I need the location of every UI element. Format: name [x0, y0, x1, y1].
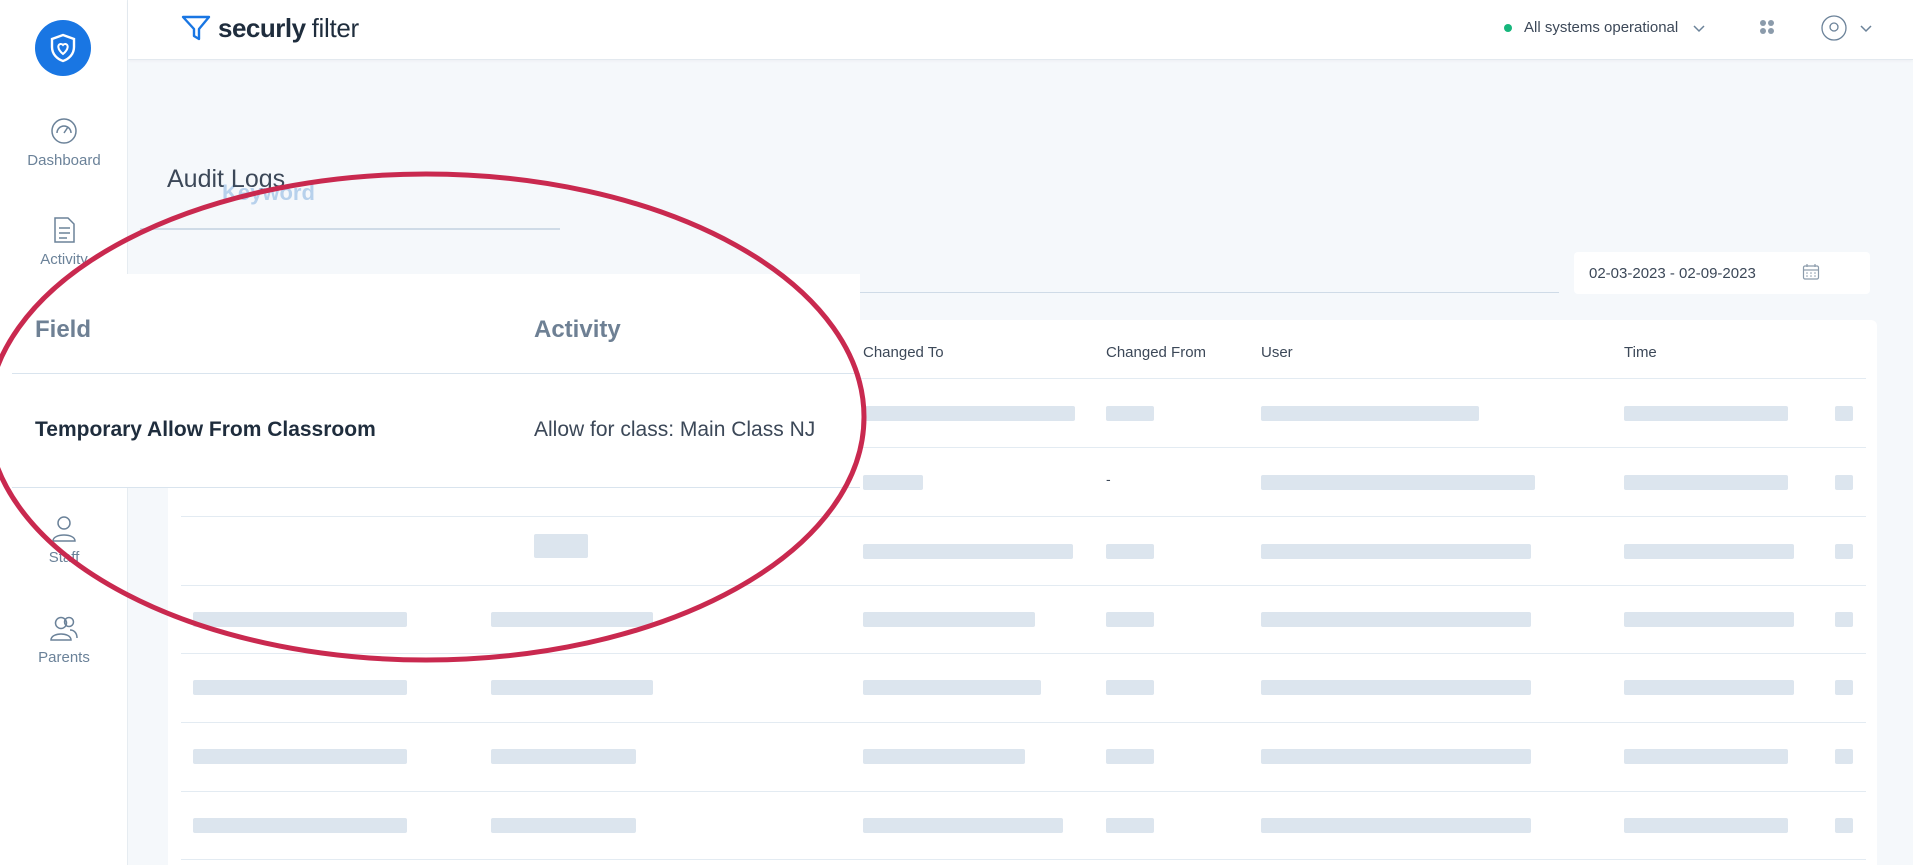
table-cell-placeholder	[863, 612, 1035, 627]
table-cell-placeholder	[1624, 475, 1788, 490]
table-cell-placeholder	[193, 818, 407, 833]
sidebar-item-parents[interactable]: Parents	[0, 613, 128, 666]
shield-heart-icon	[50, 33, 76, 63]
table-cell-placeholder	[1261, 475, 1535, 490]
sidebar-item-label: Parents	[38, 649, 90, 666]
zoom-header-activity: Activity	[534, 316, 621, 343]
document-icon	[54, 217, 75, 243]
table-cell-placeholder	[1261, 749, 1531, 764]
app-grid-icon[interactable]	[1759, 19, 1775, 35]
account-menu[interactable]	[1821, 15, 1873, 41]
table-cell-placeholder	[1624, 680, 1794, 695]
table-cell-placeholder	[491, 612, 653, 627]
zoomed-row-callout: Field Activity Temporary Allow From Clas…	[0, 274, 860, 488]
table-cell-placeholder	[491, 680, 653, 695]
row-divider	[181, 585, 1866, 586]
table-cell-placeholder	[491, 818, 636, 833]
sidebar-item-activity[interactable]: Activity	[0, 215, 128, 268]
table-cell-placeholder	[1261, 818, 1531, 833]
row-divider	[181, 516, 1866, 517]
zoom-cell-activity: Allow for class: Main Class NJ	[534, 418, 816, 441]
sidebar-item-staff[interactable]: Staff	[0, 513, 128, 566]
table-cell-placeholder	[863, 749, 1025, 764]
table-cell-placeholder	[1624, 406, 1788, 421]
search-underline	[140, 228, 560, 230]
table-cell-placeholder	[1835, 406, 1853, 421]
column-header-time[interactable]: Time	[1624, 344, 1657, 361]
sidebar-item-dashboard[interactable]: Dashboard	[0, 116, 128, 169]
table-cell-placeholder	[1106, 544, 1154, 559]
table-cell-placeholder	[863, 818, 1063, 833]
table-cell-placeholder	[534, 534, 588, 558]
row-divider	[181, 722, 1866, 723]
app-logo[interactable]	[35, 20, 91, 76]
status-text: All systems operational	[1524, 19, 1679, 36]
table-cell-placeholder	[1624, 818, 1788, 833]
chevron-down-icon	[1860, 25, 1872, 33]
page-title: Audit Logs	[167, 165, 286, 193]
table-cell-placeholder	[1835, 612, 1853, 627]
person-icon	[52, 516, 76, 542]
table-cell-placeholder	[491, 749, 636, 764]
status-indicator	[1504, 23, 1512, 32]
table-cell-placeholder	[193, 749, 407, 764]
table-cell-placeholder	[1624, 612, 1794, 627]
row-divider	[181, 859, 1866, 860]
table-cell-placeholder	[1835, 680, 1853, 695]
changed-from-value: -	[1106, 471, 1111, 487]
row-divider	[181, 791, 1866, 792]
zoom-divider	[12, 487, 860, 488]
table-cell-placeholder	[1261, 544, 1531, 559]
brand-primary-text: securly	[218, 12, 306, 43]
gauge-icon	[51, 118, 77, 144]
user-avatar-icon	[1821, 15, 1847, 41]
chevron-down-icon	[1693, 24, 1705, 32]
table-cell-placeholder	[1624, 544, 1794, 559]
table-cell-placeholder	[1106, 612, 1154, 627]
column-header-changed-from[interactable]: Changed From	[1106, 344, 1206, 361]
sidebar-item-label: Dashboard	[27, 152, 101, 169]
calendar-icon	[1802, 264, 1820, 280]
table-cell-placeholder	[863, 544, 1073, 559]
table-cell-placeholder	[1106, 680, 1154, 695]
top-bar: securly filter All systems operational	[128, 0, 1913, 60]
table-cell-placeholder	[193, 680, 407, 695]
table-cell-placeholder	[1835, 818, 1853, 833]
row-divider	[181, 653, 1866, 654]
column-header-user[interactable]: User	[1261, 344, 1293, 361]
brand-logo[interactable]: securly filter	[180, 12, 359, 44]
table-cell-placeholder	[1835, 475, 1853, 490]
table-cell-placeholder	[863, 475, 923, 490]
zoom-cell-field: Temporary Allow From Classroom	[35, 418, 376, 441]
zoom-header-field: Field	[35, 316, 92, 343]
table-cell-placeholder	[1835, 544, 1853, 559]
brand-secondary-text: filter	[311, 12, 360, 43]
funnel-icon	[181, 15, 211, 41]
table-cell-placeholder	[1261, 680, 1531, 695]
table-cell-placeholder	[1106, 818, 1154, 833]
table-cell-placeholder	[1261, 406, 1479, 421]
table-cell-placeholder	[1624, 749, 1788, 764]
table-cell-placeholder	[1106, 406, 1154, 421]
system-status-dropdown[interactable]: All systems operational	[1504, 19, 1706, 36]
sidebar-item-label: Activity	[40, 251, 88, 268]
date-range-text: 02-03-2023 - 02-09-2023	[1589, 264, 1756, 282]
date-range-picker[interactable]: 02-03-2023 - 02-09-2023	[1574, 252, 1870, 294]
table-cell-placeholder	[863, 406, 1075, 421]
table-cell-placeholder	[1106, 749, 1154, 764]
table-cell-placeholder	[1835, 749, 1853, 764]
sidebar-item-label: Staff	[48, 549, 80, 566]
table-cell-placeholder	[193, 612, 407, 627]
table-cell-placeholder	[1261, 612, 1531, 627]
table-cell-placeholder	[863, 680, 1041, 695]
column-header-changed-to[interactable]: Changed To	[863, 344, 944, 361]
people-icon	[50, 616, 78, 641]
zoom-divider	[12, 373, 860, 374]
